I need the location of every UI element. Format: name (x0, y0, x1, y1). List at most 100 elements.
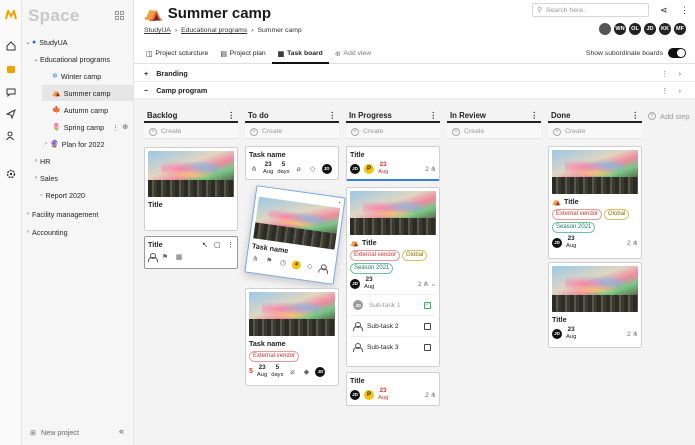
projects-icon[interactable] (5, 63, 17, 75)
create-button[interactable]: + Create (548, 125, 642, 139)
checkbox[interactable] (424, 322, 431, 330)
collapse-icon[interactable]: − (144, 86, 148, 95)
avatar[interactable]: WN (613, 22, 627, 36)
task-card[interactable]: Title JD 23 Aug 2 ⋔ (548, 262, 642, 348)
avatar[interactable]: OL (628, 22, 642, 36)
tab-project-plan[interactable]: ▤ Project plan (214, 44, 271, 63)
dragged-task-card[interactable]: ◔ Task name ⋔ ⚑ ◷ 4 ◇ (244, 185, 346, 285)
clock-icon: ◷ (279, 259, 287, 267)
group-actions-icon[interactable]: ⋮ › (661, 69, 685, 78)
project-icon: ⛺ (552, 197, 561, 206)
group-branding[interactable]: + Branding ⋮ › (134, 66, 695, 82)
task-card[interactable]: ⛺ Title External vendor Global Season 202… (548, 146, 642, 259)
sidebar-item-report-2020[interactable]: ▫ Report 2020 (32, 187, 134, 203)
sidebar-item-winter-camp[interactable]: ❄ Winter camp (42, 68, 134, 84)
column-in-review: In Review ⋮ + Create (447, 109, 541, 139)
sidebar-item-accounting[interactable]: › Accounting (24, 224, 134, 240)
expand-card-icon[interactable]: ▢ (214, 240, 221, 249)
chevron-down-icon: ⌄ (25, 39, 31, 46)
avatar[interactable]: JD (321, 163, 332, 174)
add-view-button[interactable]: ⊕ Add view (329, 44, 377, 63)
people-icon[interactable] (5, 130, 17, 142)
assignee-icon[interactable] (148, 252, 158, 262)
breadcrumb-link[interactable]: Educational programs (181, 27, 247, 34)
avatar[interactable]: JD (552, 328, 562, 339)
task-card[interactable]: Title (144, 147, 238, 231)
calendar-icon[interactable]: ▦ (174, 252, 184, 262)
subtask-row[interactable]: Sub-task 2 (350, 315, 436, 336)
column-menu-icon[interactable]: ⋮ (530, 111, 538, 120)
flag-icon[interactable]: ⚑ (160, 252, 170, 262)
column-menu-icon[interactable]: ⋮ (328, 111, 336, 120)
card-cover-image (249, 292, 335, 336)
sidebar-item-workspace[interactable]: ⌄ ● StudyUA (24, 34, 134, 50)
sidebar-item-plan-2022[interactable]: › 🔮 Plan for 2022 (42, 136, 134, 152)
task-card[interactable]: Task name External vendor 5 23 Aug 5 days … (245, 288, 339, 386)
duration: 5 days (271, 364, 284, 378)
expand-icon[interactable]: + (144, 69, 148, 78)
task-card[interactable]: Task name ⋔ 23 Aug 5 days ⌀ ◇ JD (245, 146, 339, 180)
checkbox[interactable] (424, 343, 431, 351)
task-card[interactable]: Title JD P 23 Aug 2 ⋔ (346, 146, 440, 181)
create-button[interactable]: + Create (346, 125, 440, 139)
card-menu-icon[interactable]: ⋮ (227, 240, 234, 249)
avatar[interactable]: MF (673, 22, 687, 36)
avatar[interactable]: JD (350, 278, 360, 289)
more-icon[interactable]: ⋮ (680, 5, 689, 16)
sidebar-item-summer-camp[interactable]: ⛺ Summer camp (42, 85, 134, 101)
assignee-icon (318, 263, 327, 273)
avatar[interactable]: JD (350, 389, 360, 400)
task-card[interactable]: ⛺ Title External vendor Global Season 202… (346, 187, 440, 367)
tab-project-structure[interactable]: ◫ Project scturcture (140, 44, 214, 63)
tab-task-board[interactable]: ▦ Task board (271, 44, 330, 64)
subtask-count: 2 ⋔ (627, 239, 638, 247)
sidebar-item-hr[interactable]: › HR (32, 153, 134, 169)
subtask-row[interactable]: JD Sub-task 1 ✓ (350, 294, 436, 315)
home-icon[interactable] (5, 40, 17, 52)
search-input[interactable]: ⚲ Search here.. (532, 3, 649, 17)
avatar[interactable]: JD (315, 366, 326, 377)
chat-icon[interactable] (5, 86, 17, 98)
group-camp-program[interactable]: − Camp program ⋮ › (134, 83, 695, 99)
board-icon: ▦ (277, 50, 285, 58)
card-title: Title (148, 200, 163, 209)
avatar[interactable]: JD (643, 22, 657, 36)
card-cover-image (552, 266, 638, 312)
sidebar-item-spring-camp[interactable]: 🌷 Spring camp ⋮ ⊕ (42, 119, 134, 135)
send-icon[interactable] (5, 108, 17, 120)
create-button[interactable]: + Create (447, 125, 541, 139)
task-card[interactable]: Title ↖ ▢ ⋮ ⚑ ▦ (144, 236, 238, 269)
chevron-right-icon: › (27, 211, 29, 217)
column-menu-icon[interactable]: ⋮ (631, 111, 639, 120)
sidebar-item-autumn-camp[interactable]: 🍁 Autumn camp (42, 102, 134, 118)
sidebar-item-educational-programs[interactable]: ⌄ Educational programs (32, 51, 134, 67)
new-project-button[interactable]: ⊞ New project (30, 428, 79, 437)
app-logo-icon[interactable] (5, 9, 17, 21)
more-icon[interactable]: ⋮ (112, 123, 119, 132)
tent-icon: ⛺ (52, 90, 61, 97)
breadcrumb-link[interactable]: StudyUA (144, 27, 171, 34)
column-menu-icon[interactable]: ⋮ (227, 111, 235, 120)
group-actions-icon[interactable]: ⋮ › (661, 86, 685, 95)
add-icon[interactable]: ⊕ (122, 123, 128, 131)
toggle-switch[interactable] (668, 48, 686, 58)
create-button[interactable]: + Create (245, 125, 339, 139)
task-card[interactable]: Title JD P 23 Aug 2 ⋔ (346, 372, 440, 406)
share-icon[interactable]: ⋖ (660, 5, 668, 16)
avatar[interactable] (598, 22, 612, 36)
subtask-row[interactable]: Sub-task 3 (350, 336, 436, 357)
subordinate-boards-toggle[interactable]: Show subordinate boards (586, 48, 686, 58)
create-button[interactable]: + Create (144, 125, 238, 139)
checkbox-checked[interactable]: ✓ (424, 301, 431, 309)
collapse-sidebar-icon[interactable]: « (119, 426, 124, 436)
sidebar-item-sales[interactable]: › Sales (32, 170, 134, 186)
avatar[interactable]: KK (658, 22, 672, 36)
add-step-button[interactable]: + Add step (648, 109, 690, 123)
settings-icon[interactable] (5, 168, 17, 180)
due-date: 23 Aug (566, 326, 577, 340)
avatar[interactable]: JD (552, 237, 562, 248)
sidebar-item-facility-management[interactable]: › Facility management (24, 206, 134, 222)
avatar[interactable]: JD (350, 163, 360, 174)
grid-icon[interactable] (115, 11, 124, 20)
column-menu-icon[interactable]: ⋮ (429, 111, 437, 120)
